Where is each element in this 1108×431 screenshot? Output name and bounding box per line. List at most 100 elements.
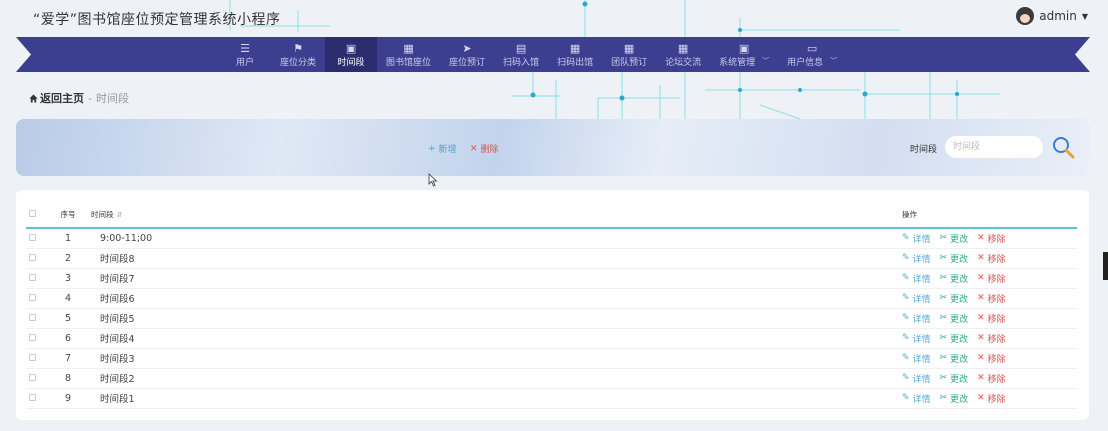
- view-button[interactable]: ✎ 详情: [902, 232, 931, 245]
- remove-icon: ✕: [977, 373, 985, 383]
- row-checkbox[interactable]: [29, 253, 36, 261]
- nav-item-7[interactable]: ▦ 团队预订: [602, 37, 656, 72]
- view-button[interactable]: ✎ 详情: [902, 372, 931, 385]
- nav-item-2[interactable]: ▣ 时间段: [325, 37, 378, 72]
- remove-label: 移除: [987, 274, 1006, 285]
- select-all-cell: [26, 202, 50, 229]
- edit-button[interactable]: ✂ 更改: [940, 272, 969, 285]
- table-row[interactable]: 1 9:00-11;00 ✎ 详情 ✂ 更改 ✕ 移除: [26, 228, 1077, 249]
- nav-label: 团队预订: [611, 57, 648, 68]
- table-row[interactable]: 3 时间段7 ✎ 详情 ✂ 更改 ✕ 移除: [26, 268, 1077, 289]
- nav-item-3[interactable]: ▦ 图书馆座位: [377, 37, 440, 72]
- remove-button[interactable]: ✕ 移除: [977, 312, 1006, 325]
- select-all-checkbox[interactable]: [29, 210, 36, 217]
- remove-button[interactable]: ✕ 移除: [977, 252, 1006, 265]
- row-time: 时间段4: [86, 328, 902, 349]
- nav-icon: ➤: [462, 41, 472, 55]
- row-checkbox[interactable]: [29, 353, 36, 361]
- view-button[interactable]: ✎ 详情: [902, 352, 931, 365]
- row-checkbox[interactable]: [29, 393, 36, 401]
- table-row[interactable]: 2 时间段8 ✎ 详情 ✂ 更改 ✕ 移除: [26, 248, 1077, 269]
- remove-button[interactable]: ✕ 移除: [977, 272, 1006, 285]
- edit-icon: ✂: [939, 233, 948, 244]
- sort-icon[interactable]: ⇵: [117, 211, 123, 219]
- table-row[interactable]: 9 时间段1 ✎ 详情 ✂ 更改 ✕ 移除: [26, 388, 1077, 409]
- header-time[interactable]: 时间段 ⇵: [86, 202, 902, 229]
- avatar[interactable]: [1016, 7, 1035, 25]
- view-button[interactable]: ✎ 详情: [902, 312, 931, 325]
- nav-item-5[interactable]: ▤ 扫码入馆: [494, 37, 548, 72]
- search-input[interactable]: [945, 136, 1043, 158]
- table-row[interactable]: 7 时间段3 ✎ 详情 ✂ 更改 ✕ 移除: [26, 348, 1077, 369]
- remove-button[interactable]: ✕ 移除: [977, 372, 1006, 385]
- header-time-label: 时间段: [91, 210, 114, 219]
- remove-button[interactable]: ✕ 移除: [977, 332, 1006, 345]
- nav-item-6[interactable]: ▦ 扫码出馆: [548, 37, 602, 72]
- username[interactable]: admin: [1039, 9, 1077, 23]
- chevron-down-icon[interactable]: ﹀: [830, 56, 837, 66]
- table-body: 1 9:00-11;00 ✎ 详情 ✂ 更改 ✕ 移除 2 时间段8 ✎ 详情 ✂ 更改 ✕ 移除 3 时间段7 ✎…: [26, 228, 1077, 409]
- nav-label: 扫码出馆: [557, 57, 594, 68]
- view-button[interactable]: ✎ 详情: [902, 292, 931, 305]
- table-row[interactable]: 5 时间段5 ✎ 详情 ✂ 更改 ✕ 移除: [26, 308, 1077, 329]
- row-checkbox[interactable]: [29, 273, 36, 281]
- row-time: 时间段7: [86, 268, 902, 289]
- edit-icon: ✂: [939, 273, 948, 283]
- nav-item-1[interactable]: ⚑ 座位分类: [271, 37, 325, 72]
- edit-button[interactable]: ✂ 更改: [940, 312, 969, 325]
- breadcrumb-home-label[interactable]: 返回主页: [40, 90, 84, 106]
- row-checkbox[interactable]: [29, 293, 36, 301]
- user-menu[interactable]: admin ▼: [1016, 7, 1088, 25]
- app-title: “爱学”图书馆座位预定管理系统小程序: [33, 12, 281, 28]
- delete-button[interactable]: ✕ 删除: [470, 142, 499, 156]
- nav-icon: ▦: [569, 41, 581, 55]
- view-icon: ✎: [902, 293, 910, 303]
- nav-item-4[interactable]: ➤ 座位预订: [440, 37, 494, 72]
- remove-button[interactable]: ✕ 移除: [977, 292, 1006, 305]
- chevron-down-icon[interactable]: ﹀: [762, 56, 769, 66]
- nav-item-9[interactable]: ▣ 系统管理 ﹀: [710, 37, 778, 72]
- nav-item-10[interactable]: ▭ 用户信息 ﹀: [778, 37, 846, 72]
- edit-button[interactable]: ✂ 更改: [940, 372, 969, 385]
- remove-button[interactable]: ✕ 移除: [977, 352, 1006, 365]
- row-time: 9:00-11;00: [86, 228, 902, 249]
- edit-button[interactable]: ✂ 更改: [940, 252, 969, 265]
- remove-button[interactable]: ✕ 移除: [977, 392, 1006, 405]
- header-index: 序号: [50, 202, 86, 229]
- edit-icon: ✂: [939, 393, 948, 403]
- nav-label: 图书馆座位: [386, 57, 432, 68]
- view-button[interactable]: ✎ 详情: [902, 332, 931, 345]
- breadcrumb-home[interactable]: 返回主页: [29, 90, 84, 106]
- nav-item-0[interactable]: ☰ 用户: [219, 37, 271, 72]
- view-button[interactable]: ✎ 详情: [902, 272, 931, 285]
- add-button[interactable]: + 新增: [428, 142, 457, 156]
- caret-down-icon[interactable]: ▼: [1082, 12, 1088, 21]
- nav-label: 时间段: [337, 57, 365, 68]
- table-header-row: 序号 时间段 ⇵ 操作: [26, 202, 1077, 229]
- row-checkbox[interactable]: [29, 233, 36, 241]
- nav-label-wrap: 系统管理 ﹀: [719, 55, 769, 68]
- edit-button[interactable]: ✂ 更改: [940, 292, 969, 305]
- edit-button[interactable]: ✂ 更改: [940, 352, 969, 365]
- view-label: 详情: [912, 314, 931, 325]
- row-checkbox[interactable]: [29, 333, 36, 341]
- view-button[interactable]: ✎ 详情: [902, 392, 931, 405]
- table-row[interactable]: 8 时间段2 ✎ 详情 ✂ 更改 ✕ 移除: [26, 368, 1077, 389]
- nav-items: ☰ 用户 ⚑ 座位分类 ▣ 时间段 ▦ 图书馆座位 ➤ 座位预订 ▤ 扫码入馆 ▦ 扫码出馆 ▦ 团队预订 ▦ 论…: [219, 37, 846, 72]
- edit-button[interactable]: ✂ 更改: [940, 332, 969, 345]
- table-row[interactable]: 4 时间段6 ✎ 详情 ✂ 更改 ✕ 移除: [26, 288, 1077, 309]
- edit-button[interactable]: ✂ 更改: [940, 392, 969, 405]
- search-icon[interactable]: [1050, 134, 1076, 160]
- edit-label: 更改: [950, 314, 969, 325]
- remove-button[interactable]: ✕ 移除: [977, 232, 1006, 245]
- row-checkbox[interactable]: [29, 373, 36, 381]
- row-ops: ✎ 详情 ✂ 更改 ✕ 移除: [902, 368, 1077, 389]
- edit-button[interactable]: ✂ 更改: [940, 232, 969, 245]
- row-checkbox-cell: [26, 308, 50, 329]
- row-ops: ✎ 详情 ✂ 更改 ✕ 移除: [902, 308, 1077, 329]
- table-row[interactable]: 6 时间段4 ✎ 详情 ✂ 更改 ✕ 移除: [26, 328, 1077, 349]
- nav-item-8[interactable]: ▦ 论坛交流: [656, 37, 710, 72]
- scrollbar-tab[interactable]: [1103, 252, 1108, 280]
- row-checkbox[interactable]: [29, 313, 36, 321]
- view-button[interactable]: ✎ 详情: [902, 252, 931, 265]
